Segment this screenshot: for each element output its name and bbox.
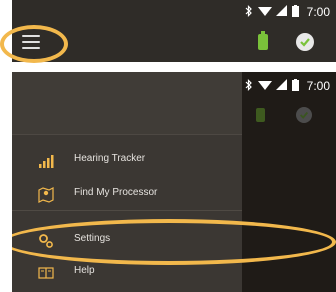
- settings-highlight-ring: [12, 219, 336, 265]
- cell-signal-icon: [275, 4, 288, 20]
- drawer-item-label: Hearing Tracker: [74, 153, 146, 164]
- status-time: 7:00: [306, 5, 330, 19]
- menu-highlight-ring: [0, 25, 68, 63]
- device-battery-icon: [256, 108, 265, 122]
- device-battery-icon: [258, 31, 268, 50]
- status-time: 7:00: [306, 79, 330, 93]
- drawer-item-label: Help: [74, 265, 95, 276]
- connected-check-icon: [296, 33, 314, 51]
- status-bar-drawer: 7:00: [244, 74, 336, 98]
- bluetooth-icon: [244, 4, 254, 20]
- connected-check-icon: [296, 107, 312, 123]
- map-pin-icon: [38, 187, 54, 203]
- drawer-item-label: Find My Processor: [74, 187, 158, 198]
- cell-signal-icon: [275, 78, 288, 94]
- app-screen-drawer-open: 7:00 Hearing Tracker Find My Processor S…: [12, 72, 336, 292]
- signal-bars-icon: [38, 153, 54, 169]
- bluetooth-icon: [244, 78, 254, 94]
- drawer-item-find-my-processor[interactable]: Find My Processor: [12, 178, 242, 212]
- drawer-divider: [12, 210, 242, 211]
- wifi-icon: [257, 79, 272, 94]
- wifi-icon: [257, 5, 272, 20]
- help-book-icon: [38, 265, 54, 281]
- status-bar: 7:00: [244, 0, 336, 24]
- phone-battery-icon: [291, 78, 299, 94]
- phone-battery-icon: [291, 4, 299, 20]
- drawer-item-hearing-tracker[interactable]: Hearing Tracker: [12, 144, 242, 178]
- drawer-header: [12, 72, 242, 135]
